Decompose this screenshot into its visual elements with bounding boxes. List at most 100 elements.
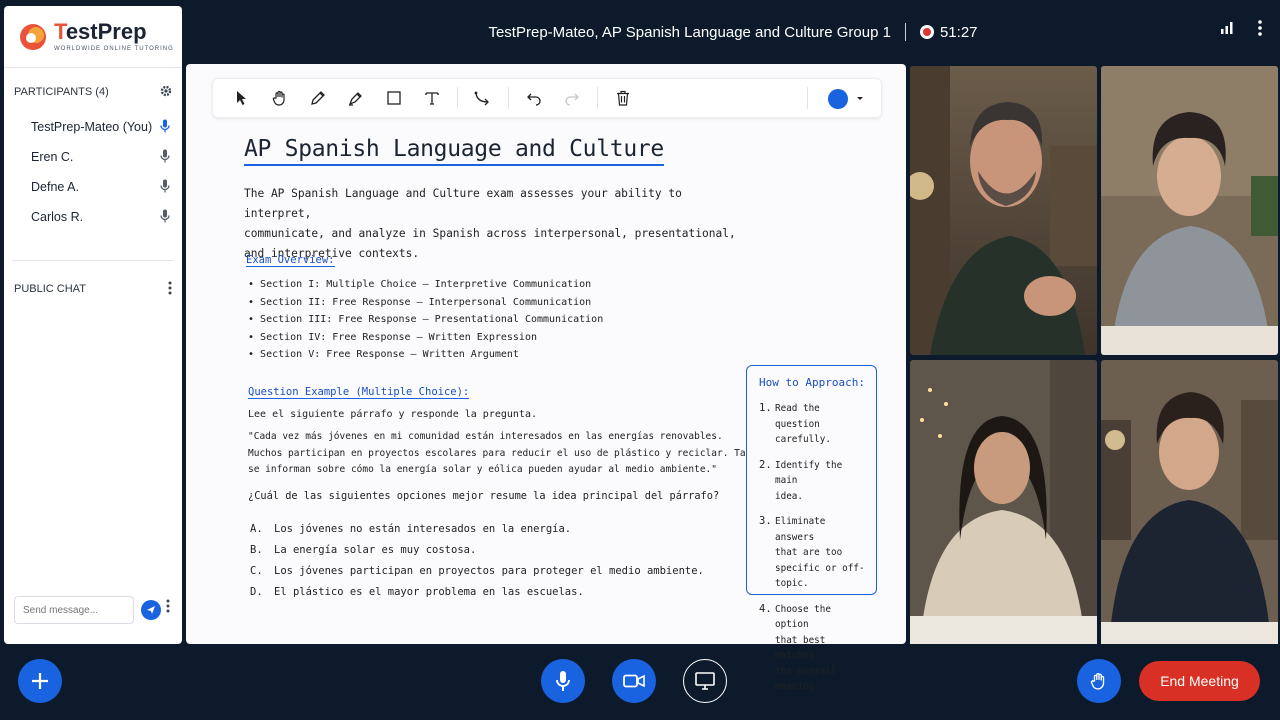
testprep-logo-icon — [20, 23, 46, 50]
microphone-icon — [556, 671, 570, 691]
intro-paragraph: The AP Spanish Language and Culture exam… — [244, 184, 744, 264]
participants-heading: PARTICIPANTS (4) — [14, 86, 109, 98]
exam-overview-heading: Exam Overview: — [246, 254, 335, 267]
meeting-app: TestPrep-Mateo, AP Spanish Language and … — [0, 0, 1280, 720]
intro-line: The AP Spanish Language and Culture exam… — [244, 187, 682, 220]
participant-item[interactable]: TestPrep-Mateo (You) — [4, 112, 182, 142]
participant-name: Carlos R. — [31, 210, 84, 224]
trash-icon[interactable] — [604, 82, 642, 114]
camera-button[interactable] — [612, 659, 656, 703]
color-picker-swatch[interactable] — [828, 89, 848, 109]
more-options-icon[interactable] — [1258, 20, 1262, 41]
redo-icon[interactable] — [553, 82, 591, 114]
undo-icon[interactable] — [515, 82, 553, 114]
exam-section-item: Section I: Multiple Choice – Interpretiv… — [248, 276, 603, 294]
whiteboard-title: AP Spanish Language and Culture — [244, 136, 664, 166]
answer-option: B. La energía solar es muy costosa. — [250, 544, 477, 556]
participant-name: Eren C. — [31, 150, 74, 164]
video-tile-tutor[interactable] — [910, 66, 1097, 355]
participant-item[interactable]: Eren C. — [4, 142, 182, 172]
hand-tool-icon[interactable] — [261, 82, 299, 114]
participant-item[interactable]: Carlos R. — [4, 202, 182, 232]
brand-name-prefix: T — [54, 19, 66, 44]
add-button[interactable] — [18, 659, 62, 703]
marker-tool-icon[interactable] — [337, 82, 375, 114]
participant-name: TestPrep-Mateo (You) — [31, 120, 153, 134]
question-example-heading: Question Example (Multiple Choice): — [248, 386, 470, 399]
microphone-button[interactable] — [541, 659, 585, 703]
whiteboard-toolbar — [212, 78, 882, 118]
passage-line: se informan sobre cómo la energía solar … — [248, 464, 717, 476]
microphone-icon — [160, 209, 170, 226]
question-passage: "Cada vez más jóvenes en mi comunidad es… — [248, 429, 774, 479]
answer-option: A. Los jóvenes no están interesados en la… — [250, 523, 572, 535]
recording-icon — [919, 25, 934, 39]
intro-line: communicate, and analyze in Spanish acro… — [244, 227, 736, 240]
meeting-title: TestPrep-Mateo, AP Spanish Language and … — [488, 23, 891, 41]
toolbar-divider — [508, 87, 509, 109]
approach-step: 2. Identify the main idea. — [759, 458, 843, 502]
microphone-active-icon — [160, 119, 170, 136]
video-tile-participant[interactable] — [1101, 66, 1278, 355]
raise-hand-button[interactable] — [1077, 659, 1121, 703]
header-divider — [904, 23, 906, 41]
answer-options-list: A. Los jóvenes no están interesados en la… — [250, 519, 704, 603]
connection-status-icon[interactable] — [1220, 21, 1234, 40]
send-message-button[interactable] — [141, 600, 161, 620]
microphone-icon — [160, 179, 170, 196]
approach-step: 1. Read the question carefully. — [759, 402, 831, 445]
header-actions — [1220, 20, 1262, 41]
plus-icon — [32, 673, 48, 689]
answer-option: D. El plástico es el mayor problema en la… — [250, 586, 584, 598]
passage-line: Muchos participan en proyectos escolares… — [248, 447, 775, 459]
video-tile-participant[interactable] — [1101, 360, 1278, 649]
video-tile-participant[interactable] — [910, 360, 1097, 649]
meeting-timer: 51:27 — [939, 23, 978, 41]
toolbar-divider — [597, 87, 598, 109]
pencil-tool-icon[interactable] — [299, 82, 337, 114]
participant-item[interactable]: Defne A. — [4, 172, 182, 202]
toolbar-divider — [457, 87, 458, 109]
chat-heading: PUBLIC CHAT — [14, 283, 86, 295]
exam-section-item: Section V: Free Response – Written Argum… — [248, 346, 603, 364]
answer-option: C. Los jóvenes participan en proyectos pa… — [250, 565, 704, 577]
rectangle-tool-icon[interactable] — [375, 82, 413, 114]
toolbar-divider — [807, 87, 808, 109]
brand-name-rest: estPrep — [65, 19, 147, 44]
end-meeting-button[interactable]: End Meeting — [1139, 661, 1260, 701]
chevron-down-icon[interactable] — [855, 90, 865, 112]
gear-icon[interactable] — [160, 85, 172, 100]
sidebar-divider — [12, 260, 174, 261]
brand-tagline: WORLDWIDE ONLINE TUTORING — [54, 46, 174, 52]
raise-hand-icon — [1090, 673, 1105, 690]
chat-message-input[interactable] — [14, 596, 134, 624]
exam-section-item: Section III: Free Response – Presentatio… — [248, 311, 603, 329]
whiteboard[interactable]: AP Spanish Language and Culture The AP S… — [186, 64, 906, 692]
connector-tool-icon[interactable] — [464, 82, 502, 114]
approach-title: How to Approach: — [759, 376, 865, 389]
participants-header: PARTICIPANTS (4) — [4, 72, 182, 112]
text-tool-icon[interactable] — [413, 82, 451, 114]
send-icon — [147, 606, 155, 614]
chat-input-more-icon[interactable] — [166, 599, 170, 618]
question-prompt: ¿Cuál de las siguientes opciones mejor r… — [248, 490, 720, 502]
chat-header: PUBLIC CHAT — [4, 269, 182, 309]
approach-step: 4. Choose the option that best matches the… — [759, 602, 837, 693]
screen-share-icon — [695, 672, 715, 690]
brand-logo: TestPrep WORLDWIDE ONLINE TUTORING — [4, 6, 182, 68]
exam-section-item: Section IV: Free Response – Written Expr… — [248, 329, 603, 347]
meeting-header: TestPrep-Mateo, AP Spanish Language and … — [186, 0, 1280, 64]
participant-list: TestPrep-Mateo (You) Eren C. Defne A. Ca… — [4, 112, 182, 232]
select-tool-icon[interactable] — [223, 82, 261, 114]
chat-options-icon[interactable] — [168, 281, 172, 298]
question-instruction: Lee el siguiente párrafo y responde la p… — [248, 409, 537, 420]
participant-name: Defne A. — [31, 180, 79, 194]
screen-share-button[interactable] — [683, 659, 727, 703]
video-camera-icon — [623, 674, 645, 688]
how-to-approach-box: How to Approach: 1. Read the question car… — [746, 365, 877, 692]
microphone-icon — [160, 149, 170, 166]
exam-section-item: Section II: Free Response – Interpersona… — [248, 294, 603, 312]
approach-step: 3. Eliminate answers that are too specific… — [759, 515, 865, 589]
sidebar: TestPrep WORLDWIDE ONLINE TUTORING PARTI… — [4, 6, 182, 644]
passage-line: "Cada vez más jóvenes en mi comunidad es… — [248, 431, 723, 442]
